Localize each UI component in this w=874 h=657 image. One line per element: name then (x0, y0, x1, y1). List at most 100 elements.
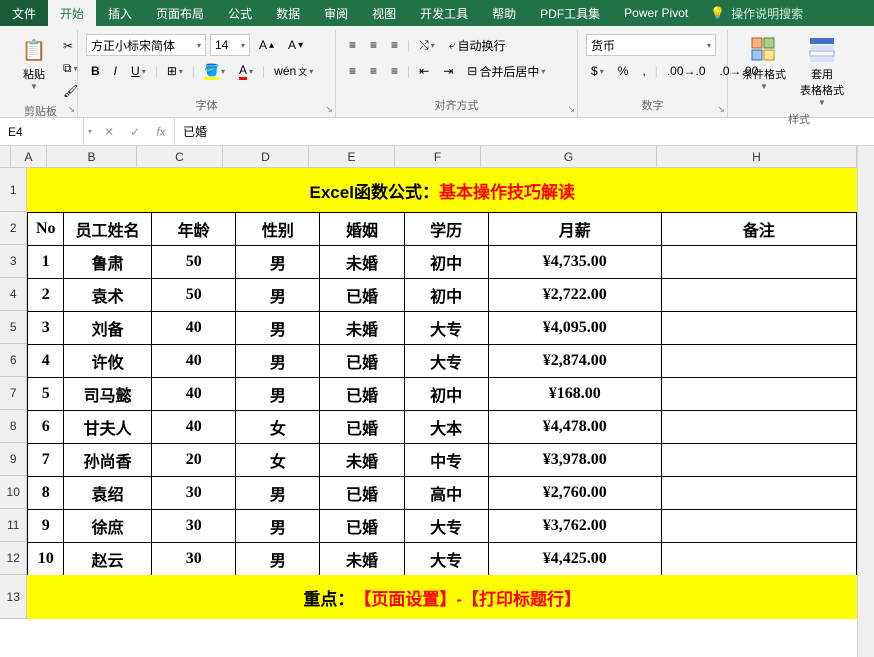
cell-note[interactable] (661, 411, 856, 444)
row-header-1[interactable]: 1 (0, 168, 26, 212)
row-header-11[interactable]: 11 (0, 509, 26, 542)
cell-name[interactable]: 鲁肃 (64, 246, 152, 279)
row-header-3[interactable]: 3 (0, 245, 26, 278)
indent-increase-button[interactable]: ⇥ (438, 61, 458, 81)
cell-sex[interactable]: 男 (236, 543, 320, 576)
cell-salary[interactable]: ¥2,874.00 (488, 345, 661, 378)
comma-button[interactable]: , (637, 61, 650, 81)
cell-name[interactable]: 袁术 (64, 279, 152, 312)
cell-edu[interactable]: 大专 (404, 543, 488, 576)
cell-mar[interactable]: 未婚 (320, 246, 404, 279)
col-header-H[interactable]: H (657, 146, 857, 167)
align-launcher[interactable]: ↘ (567, 104, 575, 115)
cell-sex[interactable]: 男 (236, 279, 320, 312)
align-top-button[interactable]: ≡ (344, 35, 361, 55)
cell-no[interactable]: 7 (28, 444, 64, 477)
merge-center-button[interactable]: ⊟ 合并后居中▾ (462, 60, 550, 83)
cell-age[interactable]: 50 (152, 279, 236, 312)
row-header-4[interactable]: 4 (0, 278, 26, 311)
name-box[interactable]: E4 (0, 118, 84, 145)
tab-help[interactable]: 帮助 (480, 0, 528, 26)
tab-formula[interactable]: 公式 (216, 0, 264, 26)
currency-button[interactable]: $▾ (586, 61, 609, 81)
tab-powerpivot[interactable]: Power Pivot (612, 0, 700, 26)
percent-button[interactable]: % (613, 61, 634, 81)
cell-no[interactable]: 1 (28, 246, 64, 279)
cell-mar[interactable]: 未婚 (320, 543, 404, 576)
cell-note[interactable] (661, 543, 856, 576)
increase-font-button[interactable]: A▴ (254, 35, 279, 55)
cell-salary[interactable]: ¥4,425.00 (488, 543, 661, 576)
cell-no[interactable]: 3 (28, 312, 64, 345)
col-header-C[interactable]: C (137, 146, 223, 167)
row-header-7[interactable]: 7 (0, 377, 26, 410)
col-header-E[interactable]: E (309, 146, 395, 167)
tab-review[interactable]: 审阅 (312, 0, 360, 26)
cell-age[interactable]: 40 (152, 312, 236, 345)
tab-data[interactable]: 数据 (264, 0, 312, 26)
cell-salary[interactable]: ¥4,095.00 (488, 312, 661, 345)
confirm-formula-button[interactable]: ✓ (122, 118, 148, 145)
italic-button[interactable]: I (109, 61, 122, 81)
cell-mar[interactable]: 已婚 (320, 477, 404, 510)
row-header-5[interactable]: 5 (0, 311, 26, 344)
cell-age[interactable]: 20 (152, 444, 236, 477)
cell-note[interactable] (661, 444, 856, 477)
cell-sex[interactable]: 男 (236, 312, 320, 345)
col-header-F[interactable]: F (395, 146, 481, 167)
tab-layout[interactable]: 页面布局 (144, 0, 216, 26)
cell-note[interactable] (661, 345, 856, 378)
cell-name[interactable]: 刘备 (64, 312, 152, 345)
cell-salary[interactable]: ¥168.00 (488, 378, 661, 411)
cell-salary[interactable]: ¥2,760.00 (488, 477, 661, 510)
font-color-button[interactable]: A▾ (234, 60, 258, 83)
align-center-button[interactable]: ≡ (365, 61, 382, 81)
wrap-text-button[interactable]: ⤶ 自动换行 (444, 34, 511, 57)
cell-name[interactable]: 甘夫人 (64, 411, 152, 444)
cell-no[interactable]: 4 (28, 345, 64, 378)
cell-mar[interactable]: 未婚 (320, 444, 404, 477)
cell-salary[interactable]: ¥3,978.00 (488, 444, 661, 477)
align-middle-button[interactable]: ≡ (365, 35, 382, 55)
align-left-button[interactable]: ≡ (344, 61, 361, 81)
col-header-A[interactable]: A (11, 146, 47, 167)
cell-note[interactable] (661, 378, 856, 411)
cell-no[interactable]: 5 (28, 378, 64, 411)
cell-edu[interactable]: 初中 (404, 246, 488, 279)
tab-dev[interactable]: 开发工具 (408, 0, 480, 26)
tab-view[interactable]: 视图 (360, 0, 408, 26)
number-launcher[interactable]: ↘ (717, 104, 725, 115)
col-header-D[interactable]: D (223, 146, 309, 167)
cell-edu[interactable]: 初中 (404, 378, 488, 411)
font-size-combo[interactable]: 14▾ (210, 34, 250, 56)
cell-sex[interactable]: 男 (236, 477, 320, 510)
cell-salary[interactable]: ¥2,722.00 (488, 279, 661, 312)
cell-note[interactable] (661, 246, 856, 279)
cell-note[interactable] (661, 510, 856, 543)
cell-age[interactable]: 30 (152, 510, 236, 543)
font-launcher[interactable]: ↘ (325, 104, 333, 115)
cell-note[interactable] (661, 279, 856, 312)
cell-edu[interactable]: 大本 (404, 411, 488, 444)
cell-name[interactable]: 孙尚香 (64, 444, 152, 477)
cell-salary[interactable]: ¥4,478.00 (488, 411, 661, 444)
cell-no[interactable]: 10 (28, 543, 64, 576)
cell-grid[interactable]: Excel函数公式：基本操作技巧解读No员工姓名年龄性别婚姻学历月薪备注1鲁肃5… (27, 168, 857, 619)
row-header-12[interactable]: 12 (0, 542, 26, 575)
decrease-font-button[interactable]: A▾ (283, 35, 308, 55)
cell-no[interactable]: 6 (28, 411, 64, 444)
cell-name[interactable]: 许攸 (64, 345, 152, 378)
cell-edu[interactable]: 大专 (404, 345, 488, 378)
cell-name[interactable]: 司马懿 (64, 378, 152, 411)
cell-salary[interactable]: ¥4,735.00 (488, 246, 661, 279)
cell-age[interactable]: 40 (152, 411, 236, 444)
tell-me-search[interactable]: 💡 操作说明搜索 (700, 0, 813, 26)
tab-insert[interactable]: 插入 (96, 0, 144, 26)
paste-button[interactable]: 📋 粘贴 ▼ (12, 32, 56, 101)
row-header-6[interactable]: 6 (0, 344, 26, 377)
cell-age[interactable]: 30 (152, 477, 236, 510)
border-button[interactable]: ⊞▾ (162, 61, 188, 81)
cell-sex[interactable]: 男 (236, 246, 320, 279)
cell-name[interactable]: 赵云 (64, 543, 152, 576)
cell-no[interactable]: 2 (28, 279, 64, 312)
